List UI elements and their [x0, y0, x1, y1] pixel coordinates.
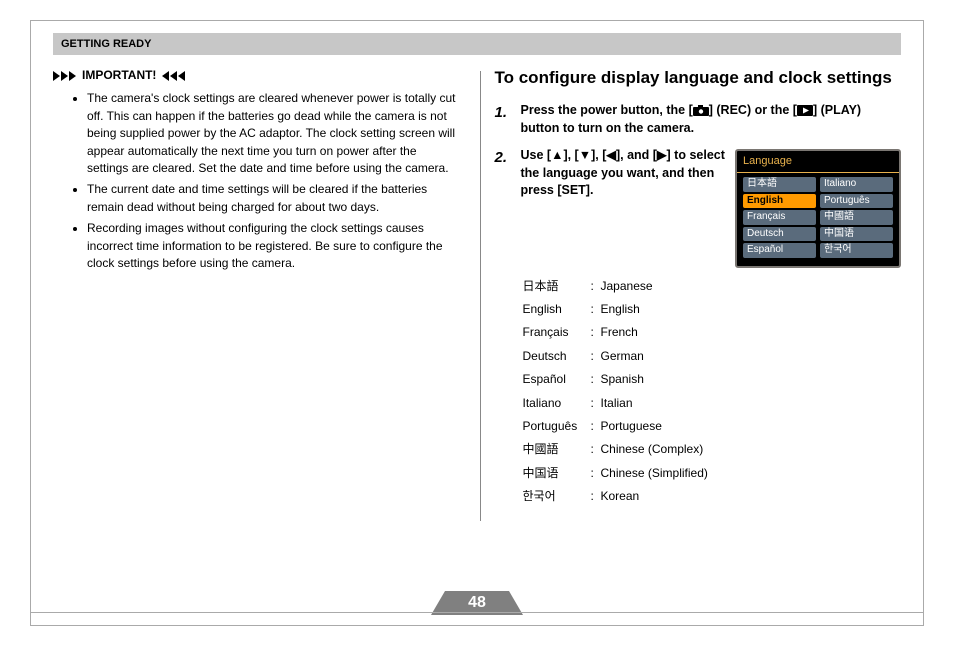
bullet-item: The current date and time settings will …: [87, 181, 460, 216]
language-row: Deutsch: German: [523, 348, 902, 365]
language-translation: Korean: [601, 488, 640, 505]
section-title: To configure display language and clock …: [495, 67, 902, 88]
language-menu-screenshot: Language 日本語 Italiano English Português Fran…: [735, 149, 901, 267]
language-translation: Japanese: [601, 278, 653, 295]
language-native: Français: [523, 324, 591, 341]
menu-option: Français: [743, 210, 816, 225]
menu-option: English: [743, 194, 816, 209]
language-native: Español: [523, 371, 591, 388]
section-header-text: GETTING READY: [61, 38, 151, 50]
menu-option: Italiano: [820, 177, 893, 192]
menu-option: 中国语: [820, 227, 893, 242]
menu-option: 中國語: [820, 210, 893, 225]
step1-text-b: ] (REC) or the [: [709, 103, 797, 117]
language-translation: Chinese (Simplified): [601, 465, 708, 482]
important-heading: IMPORTANT!: [53, 67, 460, 84]
page-frame: GETTING READY IMPORTANT! The camera's cl…: [30, 20, 924, 626]
step-body: Use [▲], [▼], [◀], and [▶] to select the…: [521, 147, 726, 267]
language-native: 中国语: [523, 465, 591, 482]
language-translation: Portuguese: [601, 418, 662, 435]
language-colon: :: [591, 278, 601, 295]
menu-option: 한국어: [820, 243, 893, 258]
language-native: Deutsch: [523, 348, 591, 365]
language-row: 中國語: Chinese (Complex): [523, 441, 902, 458]
language-table: 日本語: Japanese English: English Français: F…: [523, 278, 902, 506]
language-translation: French: [601, 324, 638, 341]
language-colon: :: [591, 301, 601, 318]
important-label: IMPORTANT!: [82, 67, 156, 84]
menu-heading: Language: [737, 151, 899, 172]
menu-divider: [737, 172, 899, 173]
language-colon: :: [591, 395, 601, 412]
language-row: Español: Spanish: [523, 371, 902, 388]
section-header-bar: GETTING READY: [53, 33, 901, 55]
language-colon: :: [591, 418, 601, 435]
bullet-item: Recording images without configuring the…: [87, 220, 460, 272]
language-row: Italiano: Italian: [523, 395, 902, 412]
language-row: English: English: [523, 301, 902, 318]
menu-option: Español: [743, 243, 816, 258]
language-translation: Spanish: [601, 371, 644, 388]
language-row: Français: French: [523, 324, 902, 341]
right-column: To configure display language and clock …: [481, 67, 902, 521]
language-row: 日本語: Japanese: [523, 278, 902, 295]
footer-line: [30, 612, 924, 613]
camera-icon: [693, 105, 709, 116]
language-translation: Chinese (Complex): [601, 441, 704, 458]
language-row: 한국어: Korean: [523, 488, 902, 505]
important-bullet-list: The camera's clock settings are cleared …: [53, 90, 460, 272]
language-colon: :: [591, 488, 601, 505]
language-translation: German: [601, 348, 644, 365]
content-columns: IMPORTANT! The camera's clock settings a…: [31, 55, 923, 521]
triangle-left-icon: [162, 71, 185, 81]
language-translation: English: [601, 301, 640, 318]
step-2: 2. Use [▲], [▼], [◀], and [▶] to select …: [495, 147, 902, 267]
language-translation: Italian: [601, 395, 633, 412]
language-row: Português: Portuguese: [523, 418, 902, 435]
language-colon: :: [591, 324, 601, 341]
language-native: Italiano: [523, 395, 591, 412]
step-body: Press the power button, the [ ] (REC) or …: [521, 102, 902, 137]
menu-grid: 日本語 Italiano English Português Français 中國語 De…: [737, 175, 899, 266]
language-colon: :: [591, 348, 601, 365]
language-native: 中國語: [523, 441, 591, 458]
language-colon: :: [591, 371, 601, 388]
step1-text-a: Press the power button, the [: [521, 103, 693, 117]
triangle-right-icon: [53, 71, 76, 81]
bullet-item: The camera's clock settings are cleared …: [87, 90, 460, 177]
step-number: 2.: [495, 147, 513, 267]
menu-option: Deutsch: [743, 227, 816, 242]
menu-option: Português: [820, 194, 893, 209]
play-icon: [797, 105, 813, 116]
language-colon: :: [591, 441, 601, 458]
page-number: 48: [468, 594, 486, 612]
language-native: 한국어: [523, 488, 591, 505]
language-row: 中国语: Chinese (Simplified): [523, 465, 902, 482]
language-native: English: [523, 301, 591, 318]
menu-option: 日本語: [743, 177, 816, 192]
step-1: 1. Press the power button, the [ ] (REC) …: [495, 102, 902, 137]
language-native: 日本語: [523, 278, 591, 295]
language-native: Português: [523, 418, 591, 435]
left-column: IMPORTANT! The camera's clock settings a…: [53, 67, 480, 521]
language-colon: :: [591, 465, 601, 482]
step-number: 1.: [495, 102, 513, 137]
